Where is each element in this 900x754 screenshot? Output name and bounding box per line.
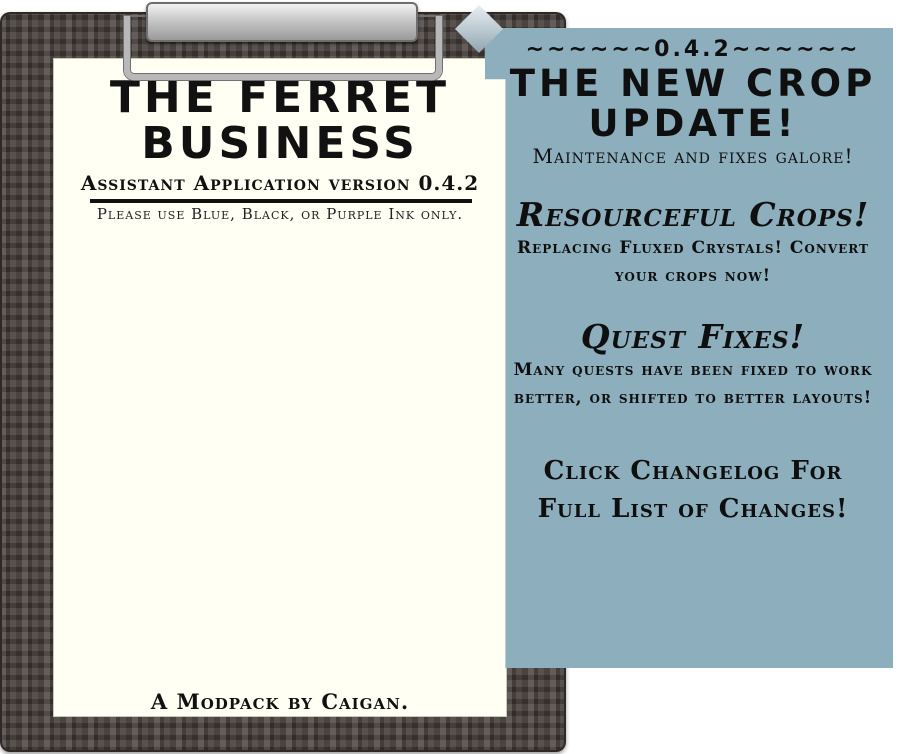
title-line-1: THE FERRET [109,72,451,123]
version-banner: ~~~~~~0.4.2~~~~~~ [525,37,861,62]
section-body-resourceful-crops: Replacing Fluxed Crystals! Convert your … [517,238,869,286]
clipboard-paper: THE FERRET BUSINESS Assistant Applicatio… [53,58,507,717]
update-tagline: Maintenance and fixes galore! [532,144,854,168]
clipboard-clip [146,2,418,42]
divider [90,199,472,203]
modpack-credit: A Modpack by Caigan. [150,689,410,714]
title-line-2: BUSINESS [141,118,419,169]
section-heading-resourceful-crops: Resourceful Crops! [516,195,870,234]
update-note-content: ~~~~~~0.4.2~~~~~~ THE NEW CROP UPDATE! M… [508,28,878,528]
application-subtitle: Assistant Application version 0.4.2 [80,171,480,195]
update-headline: THE NEW CROP UPDATE! [509,62,877,145]
ink-instruction: Please use Blue, Black, or Purple Ink on… [96,205,464,223]
section-heading-quest-fixes: Quest Fixes! [580,317,806,356]
modpack-title: THE FERRET BUSINESS [54,75,506,167]
section-body-quest-fixes: Many quests have been fixed to work bett… [513,360,873,408]
changelog-call-to-action: Click Changelog For Full List of Changes… [537,456,849,524]
